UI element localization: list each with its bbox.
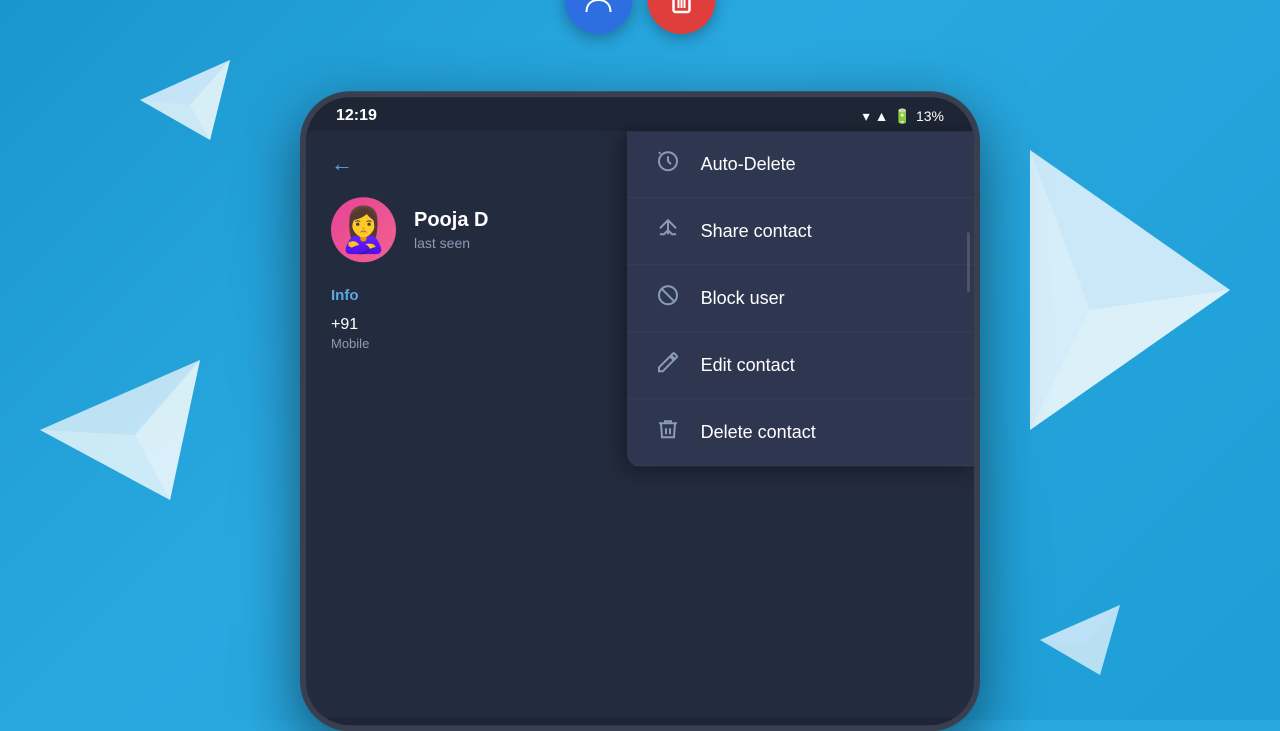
status-icons: ▾ ▲ 🔋 13% [863, 108, 944, 125]
status-time: 12:19 [336, 107, 377, 125]
menu-label-block-user: Block user [701, 288, 785, 309]
context-menu: Auto-Delete Share contact [627, 131, 974, 466]
menu-item-block-user[interactable]: Block user [627, 265, 974, 332]
menu-label-edit-contact: Edit contact [701, 355, 795, 376]
info-section-title: Info [331, 287, 648, 304]
decoration-plane-3 [1030, 150, 1230, 435]
floating-actions [565, 0, 716, 34]
block-user-icon [655, 283, 681, 313]
edit-contact-icon [655, 350, 681, 380]
signal-icon: ▲ [875, 108, 889, 124]
phone-label: Mobile [331, 336, 648, 351]
delete-contact-icon [655, 417, 681, 447]
menu-label-auto-delete: Auto-Delete [701, 154, 796, 175]
share-contact-icon [655, 216, 681, 246]
menu-item-edit-contact[interactable]: Edit contact [627, 332, 974, 399]
menu-label-share-contact: Share contact [701, 221, 812, 242]
delete-action-icon[interactable] [648, 0, 716, 34]
user-action-icon[interactable] [565, 0, 633, 34]
avatar: 🙎‍♀️ [331, 197, 396, 262]
phone-content: ← 🙎‍♀️ Pooja D last seen Info +91 Mobile [306, 131, 974, 717]
phone-value: +91 [331, 316, 648, 334]
contact-name: Pooja D [414, 209, 488, 232]
battery-percent: 13% [916, 108, 944, 124]
decoration-plane-4 [1040, 605, 1120, 680]
contact-status: last seen [414, 235, 488, 251]
wifi-icon: ▾ [863, 108, 870, 125]
decoration-plane-2 [40, 360, 200, 505]
contact-panel: ← 🙎‍♀️ Pooja D last seen Info +91 Mobile [306, 131, 673, 717]
menu-item-share-contact[interactable]: Share contact [627, 198, 974, 265]
battery-icon: 🔋 [894, 108, 911, 125]
phone-info-row: +91 Mobile [331, 316, 648, 351]
phone-frame: 12:19 ▾ ▲ 🔋 13% ← 🙎‍♀️ Pooja D last seen… [300, 91, 980, 731]
menu-item-auto-delete[interactable]: Auto-Delete [627, 131, 974, 198]
status-bar: 12:19 ▾ ▲ 🔋 13% [306, 97, 974, 131]
auto-delete-icon [655, 149, 681, 179]
decoration-plane-1 [140, 60, 230, 145]
contact-header: 🙎‍♀️ Pooja D last seen [331, 197, 648, 262]
scrollbar [967, 232, 970, 292]
menu-label-delete-contact: Delete contact [701, 422, 816, 443]
contact-info: Pooja D last seen [414, 209, 488, 251]
back-button[interactable]: ← [331, 151, 353, 177]
menu-item-delete-contact[interactable]: Delete contact [627, 399, 974, 466]
